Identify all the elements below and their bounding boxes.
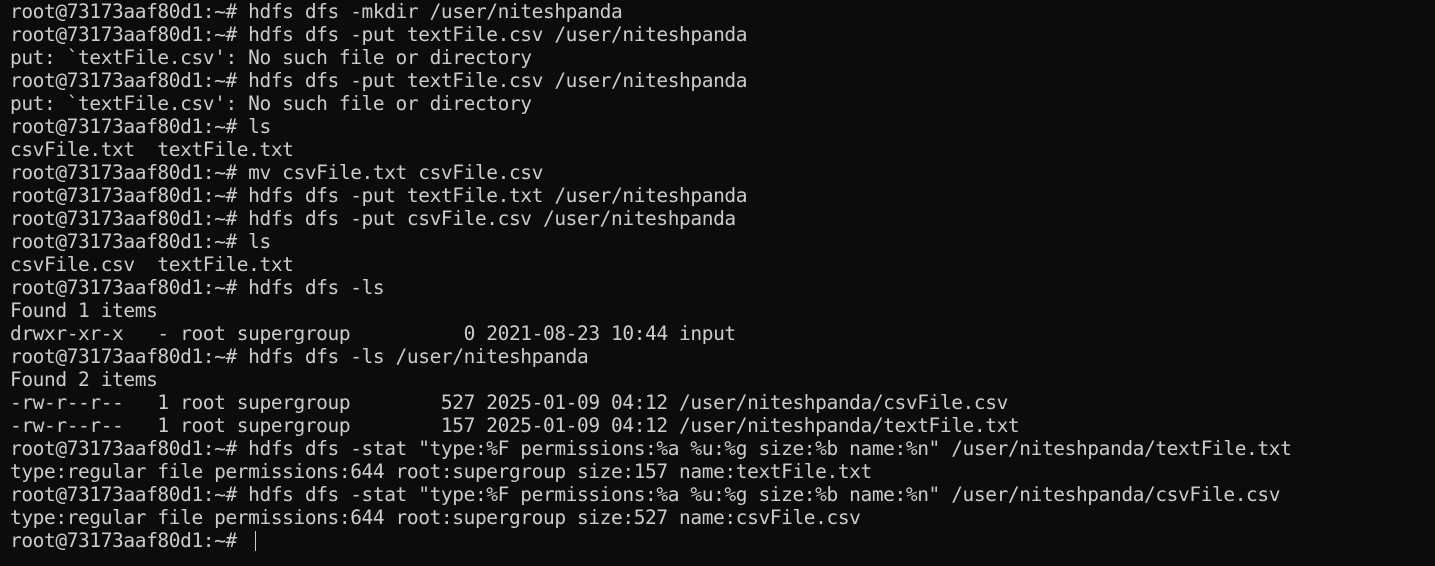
text-cursor (255, 531, 257, 551)
prompt-line[interactable]: root@73173aaf80d1:~# (10, 529, 1435, 552)
terminal-line: put: `textFile.csv': No such file or dir… (10, 46, 532, 69)
terminal-line: root@73173aaf80d1:~# ls (10, 115, 271, 138)
terminal-line: csvFile.csv textFile.txt (10, 253, 294, 276)
prompt-text: root@73173aaf80d1:~# (10, 529, 249, 552)
terminal-line: root@73173aaf80d1:~# hdfs dfs -ls (10, 276, 385, 299)
terminal-line: type:regular file permissions:644 root:s… (10, 506, 861, 529)
terminal-line: root@73173aaf80d1:~# hdfs dfs -put csvFi… (10, 207, 736, 230)
terminal-line: drwxr-xr-x - root supergroup 0 2021-08-2… (10, 322, 736, 345)
terminal-line: root@73173aaf80d1:~# hdfs dfs -ls /user/… (10, 345, 589, 368)
terminal-line: type:regular file permissions:644 root:s… (10, 460, 872, 483)
terminal-line: Found 2 items (10, 368, 158, 391)
terminal-line: csvFile.txt textFile.txt (10, 138, 294, 161)
terminal-line: root@73173aaf80d1:~# hdfs dfs -put textF… (10, 69, 748, 92)
terminal-line: -rw-r--r-- 1 root supergroup 527 2025-01… (10, 391, 1008, 414)
terminal-line: root@73173aaf80d1:~# ls (10, 230, 271, 253)
terminal-line: root@73173aaf80d1:~# hdfs dfs -put textF… (10, 184, 748, 207)
terminal-line: root@73173aaf80d1:~# hdfs dfs -put textF… (10, 23, 748, 46)
terminal-line: -rw-r--r-- 1 root supergroup 157 2025-01… (10, 414, 1020, 437)
terminal-line: root@73173aaf80d1:~# hdfs dfs -stat "typ… (10, 483, 1281, 506)
terminal-line: root@73173aaf80d1:~# mv csvFile.txt csvF… (10, 161, 543, 184)
terminal-line: put: `textFile.csv': No such file or dir… (10, 92, 532, 115)
terminal-line: root@73173aaf80d1:~# hdfs dfs -stat "typ… (10, 437, 1292, 460)
terminal-line: root@73173aaf80d1:~# hdfs dfs -mkdir /us… (10, 0, 623, 23)
terminal-output: root@73173aaf80d1:~# hdfs dfs -mkdir /us… (10, 0, 1435, 529)
terminal-window[interactable]: root@73173aaf80d1:~# hdfs dfs -mkdir /us… (0, 0, 1435, 566)
terminal-line: Found 1 items (10, 299, 158, 322)
